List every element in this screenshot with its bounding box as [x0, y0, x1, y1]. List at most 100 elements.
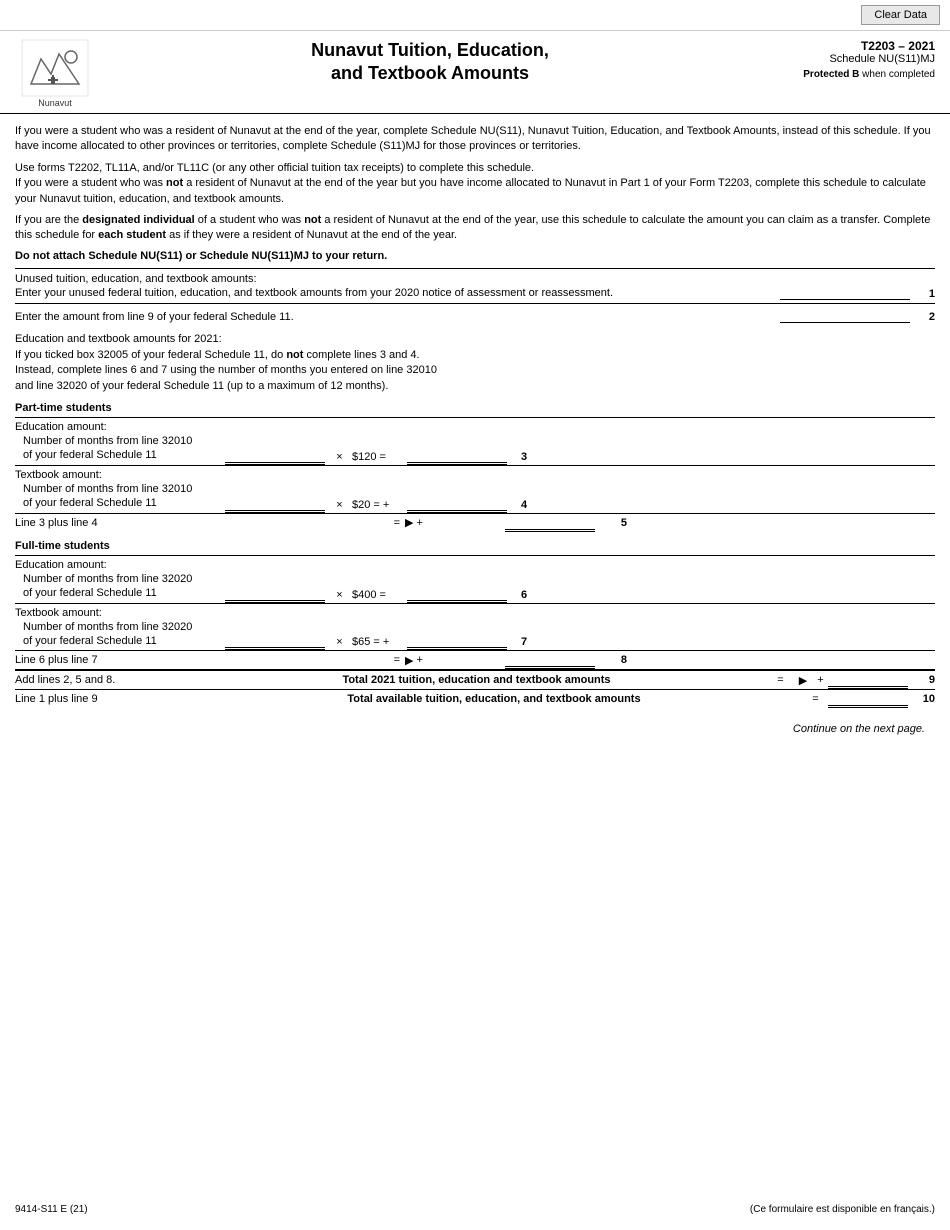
full-time-section: Full-time students Education amount: Num… [15, 540, 935, 709]
line5-row: Line 3 plus line 4 = ▶ + 5 [15, 513, 935, 532]
form-code: 9414-S11 E (21) [15, 1204, 88, 1215]
line9-result-input[interactable] [828, 673, 908, 687]
line6-result-field[interactable] [407, 587, 507, 603]
line8-number: 8 [597, 654, 627, 666]
line10-result-input[interactable] [828, 692, 908, 706]
line1-input[interactable] [780, 284, 910, 300]
edu-header-section: Education and textbook amounts for 2021:… [15, 332, 935, 394]
line5-number: 5 [597, 517, 627, 529]
line4-months-field[interactable] [225, 497, 325, 513]
line1-field[interactable] [780, 284, 910, 300]
form-number: T2203 – 2021 [755, 39, 935, 53]
edu-note1: If you ticked box 32005 of your federal … [15, 348, 935, 363]
edu-header: Education and textbook amounts for 2021: [15, 332, 935, 347]
line9-plus: + [813, 674, 828, 686]
line9-eq: = [768, 674, 793, 686]
line8-eq: = [350, 654, 405, 666]
intro-para-2: Use forms T2202, TL11A, and/or TL11C (or… [15, 161, 935, 207]
nunavut-logo-svg [21, 39, 89, 97]
line7-times: × [327, 636, 352, 648]
line1-section: Unused tuition, education, and textbook … [15, 268, 935, 304]
line3-rate: $120 = [352, 451, 407, 463]
line6-times: × [327, 589, 352, 601]
line3-result-input[interactable] [407, 449, 507, 463]
line6-months-field[interactable] [225, 587, 325, 603]
form-info: T2203 – 2021 Schedule NU(S11)MJ Protecte… [755, 39, 935, 80]
line4-result-input[interactable] [407, 497, 507, 511]
line5-result-input[interactable] [505, 516, 595, 530]
page-header: Nunavut Nunavut Tuition, Education, and … [0, 31, 950, 114]
line3-months-field[interactable] [225, 449, 325, 465]
line8-result-input[interactable] [505, 653, 595, 667]
line7-months-input[interactable] [225, 634, 325, 648]
form-title-text: Nunavut Tuition, Education, and Textbook… [105, 39, 755, 86]
line6-result-input[interactable] [407, 587, 507, 601]
line3-label: Education amount: Number of months from … [15, 420, 225, 463]
line5-plus: + [416, 517, 422, 529]
line8-result-field[interactable] [505, 653, 595, 669]
line3-result-field[interactable] [407, 449, 507, 465]
clear-data-button[interactable]: Clear Data [861, 5, 940, 25]
form-title: Nunavut Tuition, Education, and Textbook… [105, 39, 755, 86]
logo-text: Nunavut [38, 98, 72, 108]
line10-label: Line 1 plus line 9 [15, 693, 185, 705]
line6-number: 6 [509, 589, 539, 601]
line4-label: Textbook amount: Number of months from l… [15, 468, 225, 511]
line8-row: Line 6 plus line 7 = ▶ + 8 [15, 650, 935, 669]
line4-row: Textbook amount: Number of months from l… [15, 465, 935, 513]
intro-para-4: If you are the designated individual of … [15, 213, 935, 244]
line3-months-input[interactable] [225, 449, 325, 463]
line9-bold: Total 2021 tuition, education and textbo… [185, 674, 768, 686]
top-bar: Clear Data [0, 0, 950, 31]
line6-label: Education amount: Number of months from … [15, 558, 225, 601]
line4-times: × [327, 499, 352, 511]
line8-label: Line 6 plus line 7 [15, 654, 225, 666]
line4-months-input[interactable] [225, 497, 325, 511]
line1-number: 1 [910, 288, 935, 300]
line3-number: 3 [509, 451, 539, 463]
line3-times: × [327, 451, 352, 463]
schedule-label: Schedule NU(S11)MJ [755, 53, 935, 65]
line2-label: Enter the amount from line 9 of your fed… [15, 311, 780, 323]
line5-arrow: ▶ [405, 516, 413, 529]
line9-row: Add lines 2, 5 and 8. Total 2021 tuition… [15, 669, 935, 689]
line7-label: Textbook amount: Number of months from l… [15, 606, 225, 649]
line6-rate: $400 = [352, 589, 407, 601]
edu-note3: and line 32020 of your federal Schedule … [15, 379, 935, 394]
line10-bold: Total available tuition, education, and … [185, 693, 803, 705]
line7-number: 7 [509, 636, 539, 648]
full-time-title: Full-time students [15, 540, 935, 552]
line7-months-field[interactable] [225, 634, 325, 650]
line9-arrow: ▶ [793, 674, 813, 687]
line10-result-field[interactable] [828, 692, 908, 708]
intro-para-1: If you were a student who was a resident… [15, 124, 935, 155]
line7-result-field[interactable] [407, 634, 507, 650]
protected-label: Protected B when completed [755, 69, 935, 80]
line6-row: Education amount: Number of months from … [15, 555, 935, 603]
line8-plus: + [416, 654, 422, 666]
edu-note2: Instead, complete lines 6 and 7 using th… [15, 363, 935, 378]
nunavut-logo: Nunavut [15, 39, 95, 108]
line9-label: Add lines 2, 5 and 8. [15, 674, 185, 686]
line7-rate: $65 = + [352, 636, 407, 648]
line3-row: Education amount: Number of months from … [15, 417, 935, 465]
line10-row: Line 1 plus line 9 Total available tuiti… [15, 689, 935, 708]
french-note: (Ce formulaire est disponible en françai… [750, 1204, 935, 1215]
line4-rate: $20 = + [352, 499, 407, 511]
line5-result-field[interactable] [505, 516, 595, 532]
form-content: If you were a student who was a resident… [0, 114, 950, 745]
line4-number: 4 [509, 499, 539, 511]
intro-para-3: If you were a student who was not a resi… [15, 177, 926, 204]
bold-note: Do not attach Schedule NU(S11) or Schedu… [15, 250, 935, 262]
line1-label: Unused tuition, education, and textbook … [15, 272, 780, 301]
line4-result-field[interactable] [407, 497, 507, 513]
line9-result-field[interactable] [828, 673, 908, 689]
page-footer: 9414-S11 E (21) (Ce formulaire est dispo… [0, 1204, 950, 1215]
line7-row: Textbook amount: Number of months from l… [15, 603, 935, 651]
line5-label: Line 3 plus line 4 [15, 517, 225, 529]
line6-months-input[interactable] [225, 587, 325, 601]
line7-result-input[interactable] [407, 634, 507, 648]
line2-field[interactable] [780, 307, 910, 323]
line2-input[interactable] [780, 307, 910, 323]
part-time-section: Part-time students Education amount: Num… [15, 402, 935, 532]
